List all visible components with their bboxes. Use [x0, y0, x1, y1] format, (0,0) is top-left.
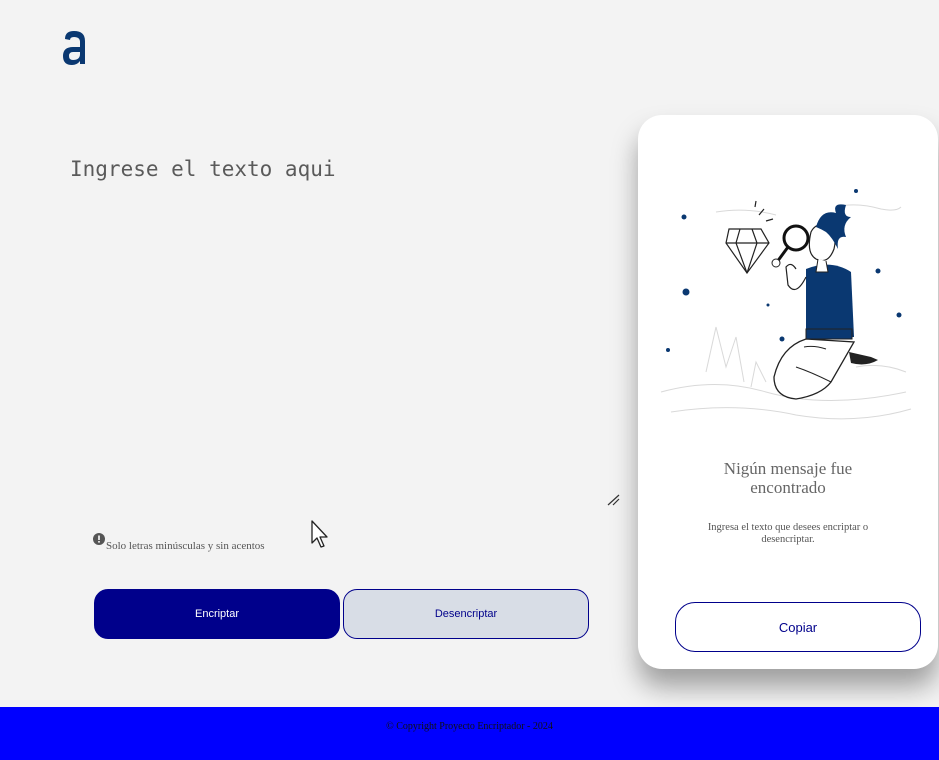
footer: © Copyright Proyecto Encriptador - 2024 — [0, 707, 939, 760]
resize-handle-icon[interactable] — [606, 494, 620, 506]
alura-logo-icon[interactable] — [60, 28, 90, 68]
hint: Solo letras minúsculas y sin acentos — [93, 533, 265, 552]
no-message-subtitle: Ingresa el texto que desees encriptar o … — [707, 522, 869, 545]
encrypt-button[interactable]: Encriptar — [94, 589, 340, 639]
no-message-title: Nigún mensaje fue encontrado — [723, 459, 853, 497]
text-input[interactable] — [68, 155, 620, 509]
mouse-cursor-icon — [311, 520, 328, 548]
copy-button[interactable]: Copiar — [675, 602, 921, 652]
hint-text: Solo letras minúsculas y sin acentos — [106, 540, 265, 552]
output-panel: Nigún mensaje fue encontrado Ingresa el … — [638, 115, 938, 669]
footer-copyright: © Copyright Proyecto Encriptador - 2024 — [386, 721, 553, 732]
info-icon — [93, 533, 105, 545]
decrypt-button[interactable]: Desencriptar — [343, 589, 589, 639]
person-with-magnifier-illustration — [660, 189, 912, 420]
